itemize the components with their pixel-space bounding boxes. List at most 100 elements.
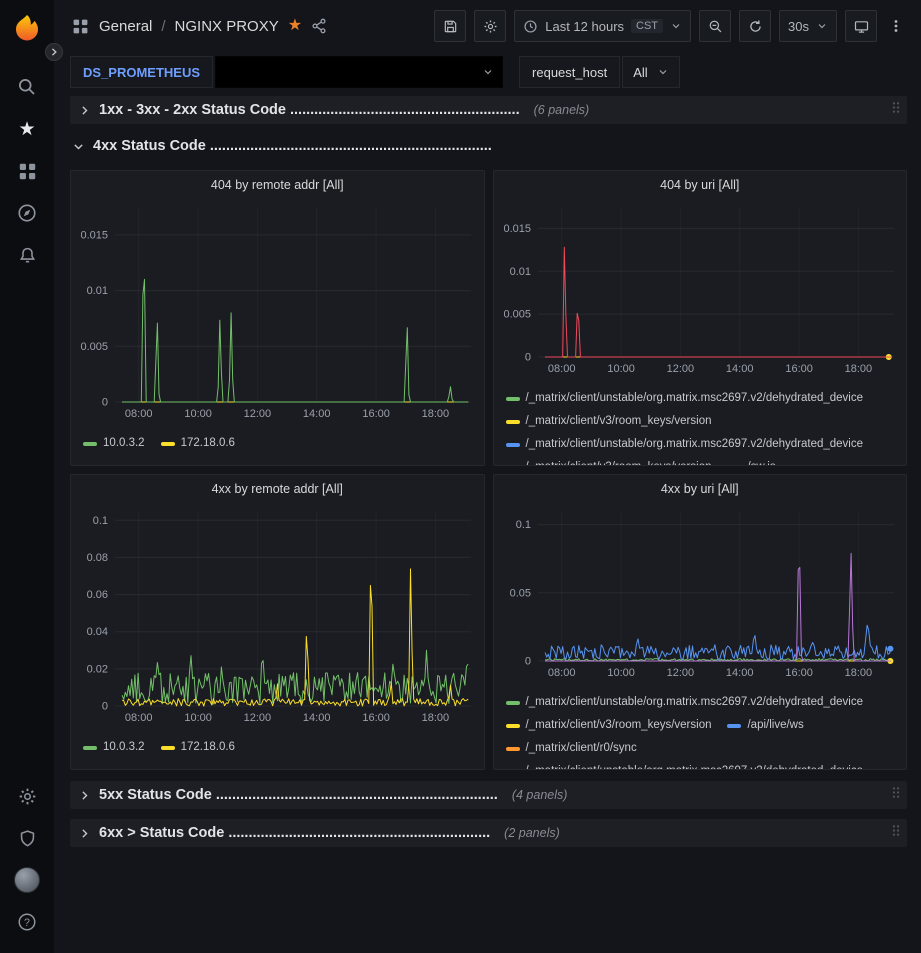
legend-item[interactable]: /sw.js [727,457,775,466]
svg-text:10:00: 10:00 [607,363,635,375]
settings-gear-icon[interactable] [5,775,49,817]
legend-series-label: /_matrix/client/unstable/org.matrix.msc2… [526,692,864,713]
kebab-menu-icon[interactable] [885,10,907,42]
grafana-logo-icon[interactable] [12,14,42,44]
drag-handle-icon[interactable] [891,101,901,120]
admin-shield-icon[interactable] [5,817,49,859]
svg-text:0.1: 0.1 [93,515,108,527]
legend-series-color [727,466,741,467]
svg-text:0.015: 0.015 [503,223,531,235]
legend-item[interactable]: /_matrix/client/v3/room_keys/version [506,457,712,466]
chevron-down-icon [670,20,682,32]
row-title: 5xx Status Code [99,787,212,803]
variable-label-ds-prometheus[interactable]: DS_PROMETHEUS [70,56,213,88]
legend-series-color [83,746,97,750]
svg-text:12:00: 12:00 [666,667,694,679]
clock-icon [523,19,538,34]
svg-text:0.005: 0.005 [80,341,108,353]
variable-value-request-host[interactable]: All [622,56,679,88]
tv-mode-button[interactable] [845,10,877,42]
breadcrumb: General / NGINX PROXY ★ [99,18,327,35]
drag-handle-icon[interactable] [891,824,901,843]
zoom-out-button[interactable] [699,10,731,42]
panel-title[interactable]: 404 by remote addr [All] [71,171,484,199]
legend-series-label: 172.18.0.6 [181,737,235,758]
panel-title[interactable]: 4xx by uri [All] [494,475,907,503]
svg-text:16:00: 16:00 [785,363,813,375]
svg-text:0.015: 0.015 [80,229,108,241]
row-5xx[interactable]: 5xx Status Code ........................… [70,781,907,809]
search-icon[interactable] [5,66,49,108]
panel-title[interactable]: 404 by uri [All] [494,171,907,199]
svg-text:?: ? [24,917,30,929]
time-range-picker[interactable]: Last 12 hours CST [514,10,691,42]
svg-text:14:00: 14:00 [725,667,753,679]
svg-text:0.01: 0.01 [87,285,108,297]
legend-series-label: /_matrix/client/unstable/org.matrix.msc2… [526,388,864,409]
legend-series-color [506,770,520,771]
legend-series-label: /_matrix/client/v3/room_keys/version [526,411,712,432]
legend-item[interactable]: /_matrix/client/unstable/org.matrix.msc2… [506,692,864,713]
row-1xx-3xx-2xx[interactable]: 1xx - 3xx - 2xx Status Code ............… [70,96,907,124]
legend-series-label: /api/live/ws [747,715,803,736]
panel-grid: 404 by remote addr [All] 08:00 10:00 12:00… [70,170,907,770]
apps-grid-icon[interactable] [72,18,89,35]
legend-series-color [506,747,520,751]
panel-4xx-by-remote-addr: 4xx by remote addr [All] 08:0010:0012:00… [70,474,485,770]
legend-item[interactable]: 172.18.0.6 [161,433,235,454]
svg-text:08:00: 08:00 [125,408,153,420]
help-icon[interactable]: ? [5,901,49,943]
time-range-label: Last 12 hours [545,19,624,34]
svg-text:14:00: 14:00 [303,408,331,420]
row-4xx[interactable]: 4xx Status Code ........................… [72,134,907,158]
dashboards-grid-icon[interactable] [5,150,49,192]
legend-item[interactable]: /_matrix/client/unstable/org.matrix.msc2… [506,761,864,770]
sidebar-expand-button[interactable] [45,43,63,61]
save-dashboard-button[interactable] [434,10,466,42]
legend-item[interactable]: /_matrix/client/v3/room_keys/version [506,715,712,736]
svg-text:0.05: 0.05 [509,587,530,599]
legend-item[interactable]: /api/live/ws [727,715,803,736]
refresh-button[interactable] [739,10,771,42]
legend-item[interactable]: /_matrix/client/r0/sync [506,738,637,759]
chevron-down-icon [482,66,494,78]
explore-compass-icon[interactable] [5,192,49,234]
svg-text:0.06: 0.06 [87,589,108,601]
page-title[interactable]: NGINX PROXY [175,18,279,35]
legend-item[interactable]: 172.18.0.6 [161,737,235,758]
legend-series-label: /_matrix/client/r0/sync [526,738,637,759]
alerting-bell-icon[interactable] [5,234,49,276]
legend-item[interactable]: 10.0.3.2 [83,433,145,454]
legend-item[interactable]: 10.0.3.2 [83,737,145,758]
user-avatar[interactable] [5,859,49,901]
star-icon[interactable]: ★ [5,108,49,150]
svg-text:08:00: 08:00 [547,363,575,375]
variable-value-ds-prometheus[interactable] [215,56,503,88]
row-dots: ........................................… [210,138,492,154]
legend-item[interactable]: /_matrix/client/v3/room_keys/version [506,411,712,432]
drag-handle-icon[interactable] [891,786,901,805]
legend: 10.0.3.2 172.18.0.6 [71,433,484,454]
panel-title[interactable]: 4xx by remote addr [All] [71,475,484,503]
panel-4xx-by-uri: 4xx by uri [All] 08:0010:0012:0014:0016:… [493,474,908,770]
dashboard-settings-button[interactable] [474,10,506,42]
legend-series-label: /_matrix/client/unstable/org.matrix.msc2… [526,761,864,770]
dashboard-toolbar: General / NGINX PROXY ★ [54,0,921,52]
variable-label-request-host[interactable]: request_host [519,56,620,88]
row-panel-count: (6 panels) [534,103,590,117]
legend-series-label: /_matrix/client/v3/room_keys/version [526,457,712,466]
share-icon[interactable] [311,18,327,34]
sidebar-bottom: ? [5,775,49,943]
legend-item[interactable]: /_matrix/client/unstable/org.matrix.msc2… [506,388,864,409]
favorite-star-icon[interactable]: ★ [288,18,302,34]
svg-text:08:00: 08:00 [125,712,153,724]
refresh-interval-select[interactable]: 30s [779,10,837,42]
legend-item[interactable]: /_matrix/client/unstable/org.matrix.msc2… [506,434,864,455]
svg-text:0.1: 0.1 [515,519,530,531]
svg-text:0.04: 0.04 [87,626,108,638]
svg-text:10:00: 10:00 [184,408,212,420]
breadcrumb-section[interactable]: General [99,18,152,35]
dashboard-content: 1xx - 3xx - 2xx Status Code ............… [70,96,907,857]
row-dots: ........................................… [216,787,498,803]
row-6xx[interactable]: 6xx > Status Code ......................… [70,819,907,847]
